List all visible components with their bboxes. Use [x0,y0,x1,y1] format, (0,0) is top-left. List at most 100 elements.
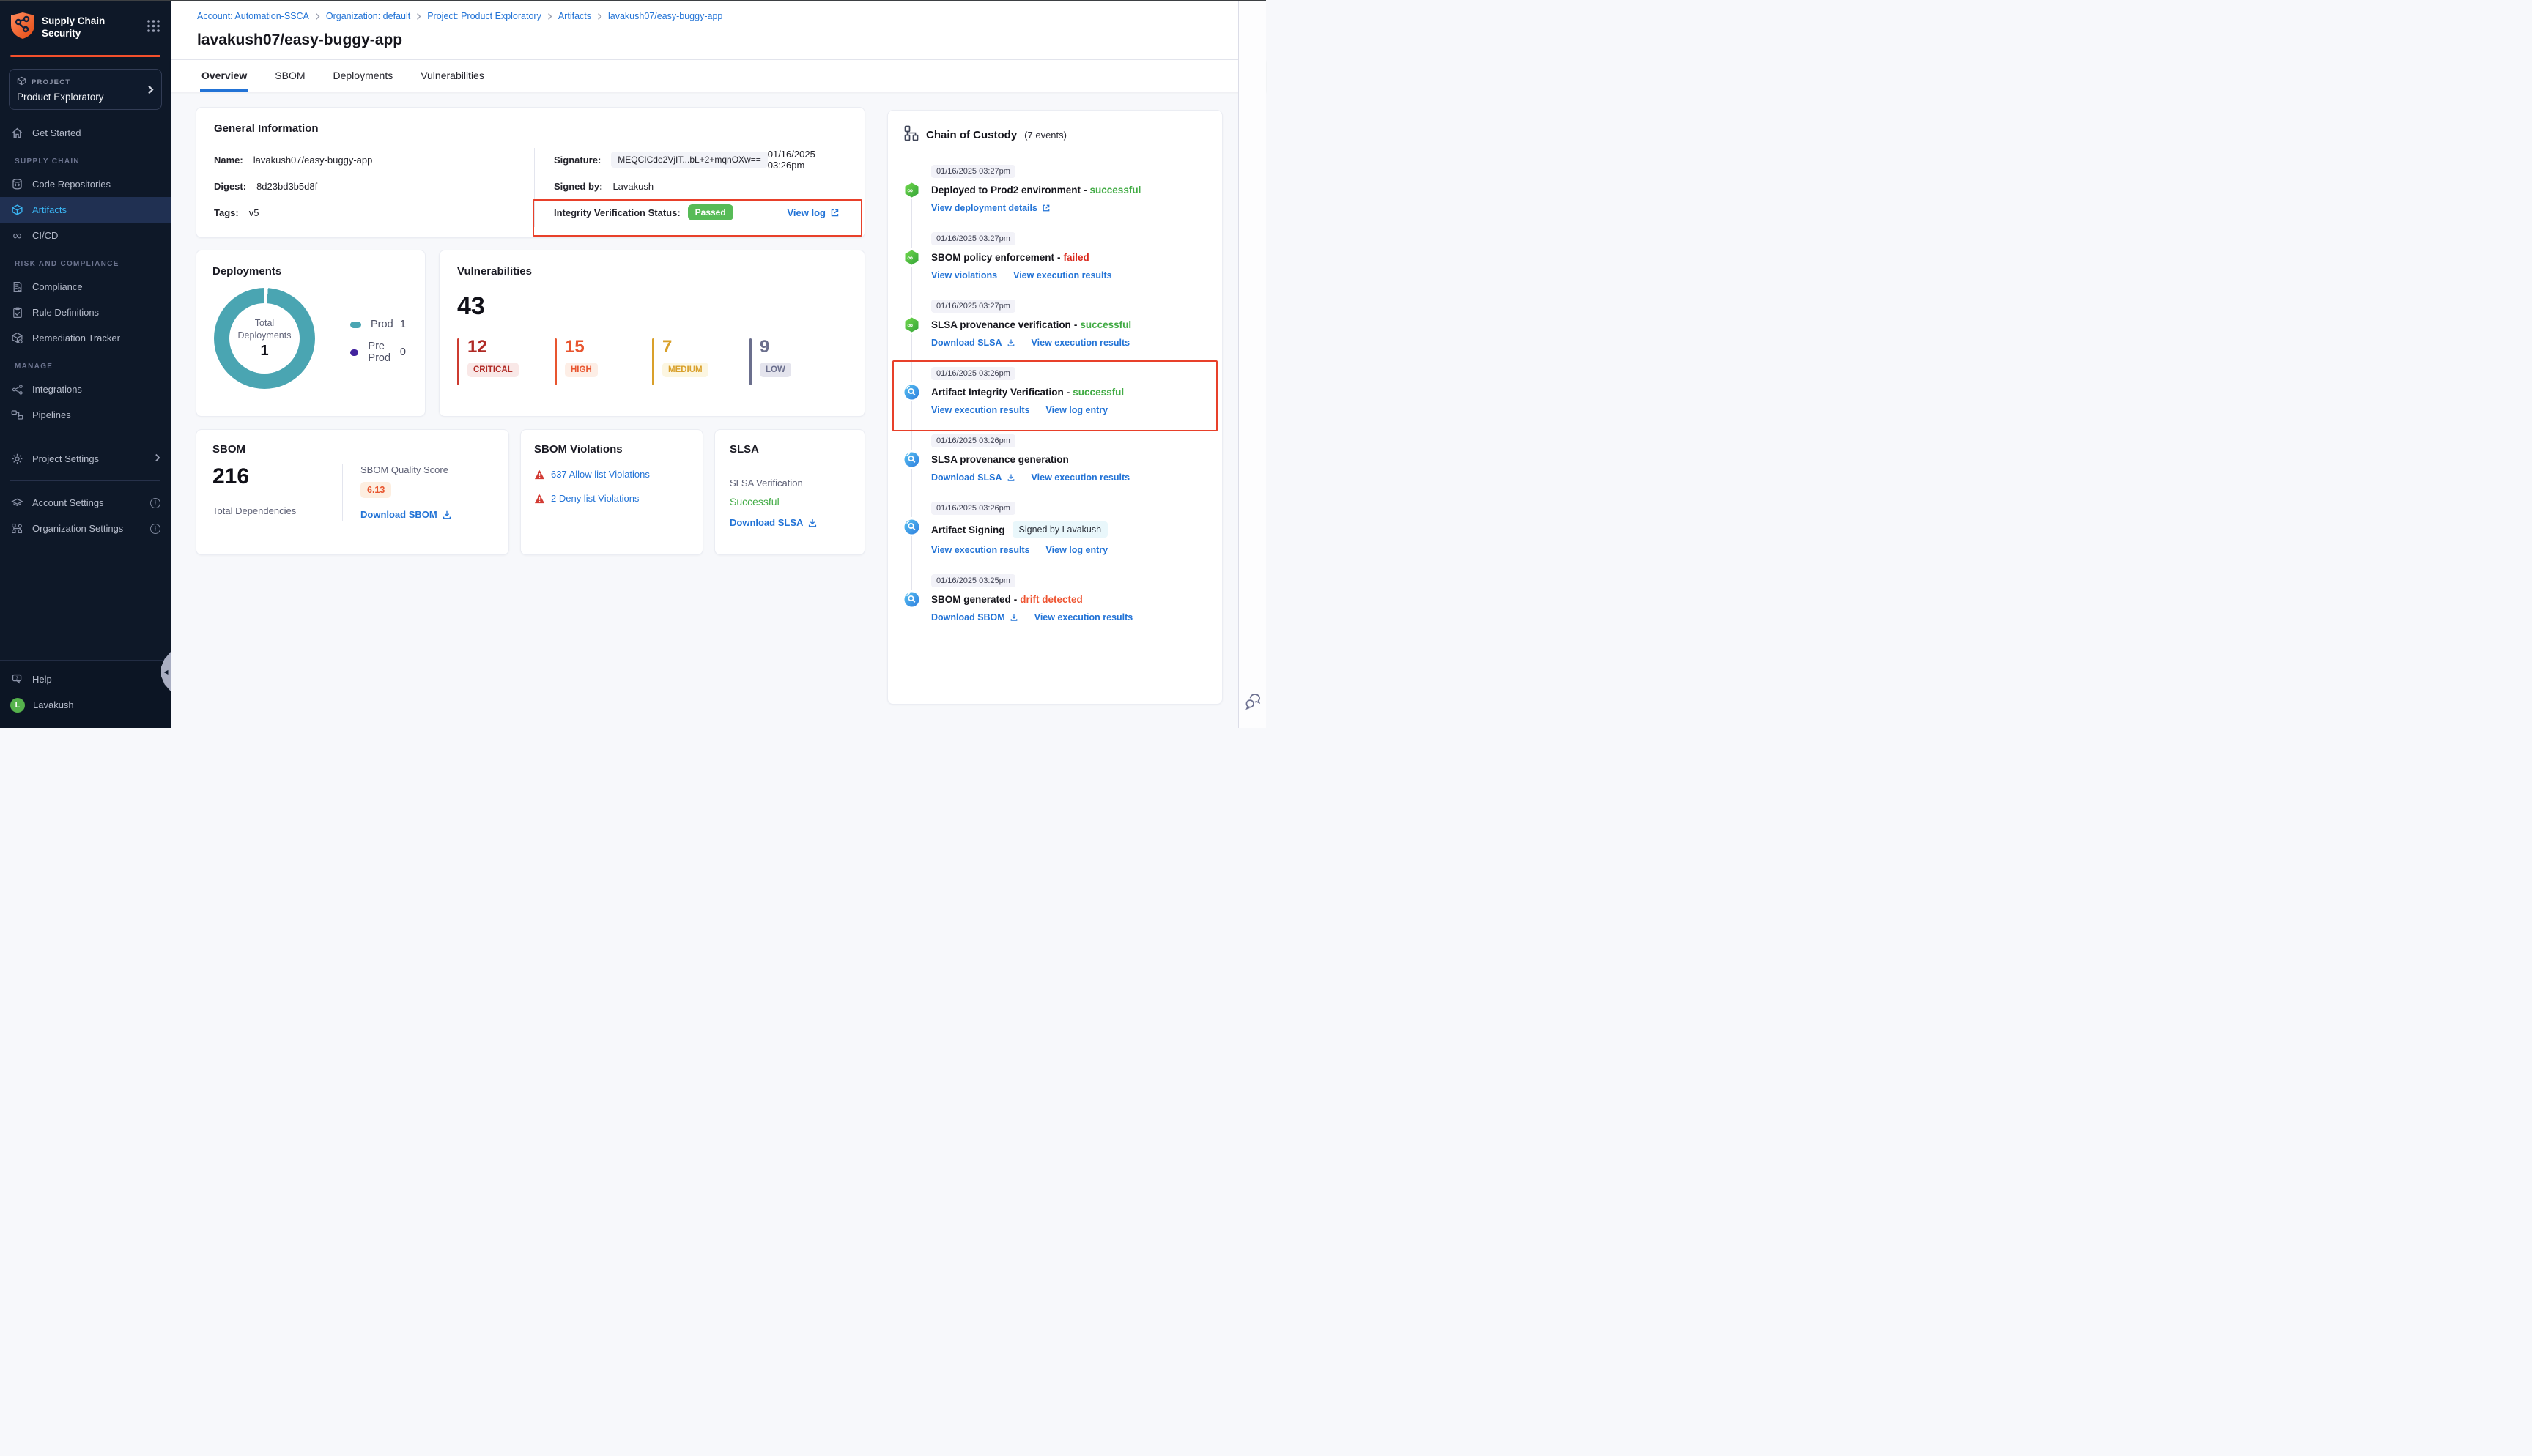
deny-list-violations-link[interactable]: 2 Deny list Violations [551,493,639,504]
total-dependencies-label: Total Dependencies [212,505,342,516]
event-timestamp: 01/16/2025 03:25pm [931,574,1015,587]
project-selector[interactable]: PROJECT Product Exploratory [9,69,162,110]
support-chat-icon[interactable] [1245,694,1262,713]
deployments-title: Deployments [212,265,409,278]
download-icon [807,518,818,528]
event-title: Artifact Signing [931,524,1005,535]
breadcrumb-project-link[interactable]: Project: Product Exploratory [427,11,541,21]
pipeline-event-icon: ∞ [904,250,919,265]
event-status: drift detected [1020,594,1083,605]
sidebar-item-project-settings[interactable]: Project Settings [0,446,171,472]
sidebar-item-account-settings[interactable]: Account Settings i [0,490,171,516]
sidebar-item-user[interactable]: L Lavakush [0,692,171,718]
view-log-entry-link[interactable]: View log entry [1046,545,1108,555]
severity-medium: 7MEDIUM [652,338,749,385]
pipelines-flow-icon [10,409,24,421]
signature-value: MEQCICde2VjIT...bL+2+mqnOXw== [611,152,767,168]
sidebar-item-remediation-tracker[interactable]: Remediation Tracker [0,325,171,351]
sidebar-item-integrations[interactable]: Integrations [0,376,171,402]
sidebar-item-rule-definitions[interactable]: Rule Definitions [0,300,171,325]
sidebar-item-get-started[interactable]: Get Started [0,120,171,146]
warning-triangle-icon: ! [534,469,545,480]
slsa-verification-status: Successful [730,496,850,508]
download-slsa-link[interactable]: Download SLSA [931,338,1015,348]
tab-overview[interactable]: Overview [200,60,248,92]
view-execution-results-link[interactable]: View execution results [1032,338,1130,348]
download-icon [1007,473,1015,482]
view-deployment-details-link[interactable]: View deployment details [931,203,1051,213]
compliance-document-icon [10,281,24,293]
info-icon[interactable]: i [150,524,160,534]
sidebar-item-help[interactable]: ? Help [0,666,171,692]
page-header: Account: Automation-SSCA Organization: d… [171,1,1266,92]
download-sbom-link[interactable]: Download SBOM [360,509,452,520]
help-chat-icon: ? [10,673,24,686]
sidebar: Supply Chain Security PROJECT [0,1,171,728]
medium-badge: MEDIUM [662,363,708,377]
event-title: Artifact Integrity Verification [931,387,1064,398]
sidebar-item-code-repositories[interactable]: Code Repositories [0,171,171,197]
slsa-title: SLSA [730,443,850,456]
sbom-quality-score-label: SBOM Quality Score [360,464,452,475]
signed-by-value: Lavakush [612,181,654,192]
section-supply-chain: SUPPLY CHAIN [0,146,171,171]
breadcrumb-current-artifact-link[interactable]: lavakush07/easy-buggy-app [608,11,722,21]
prod-legend-swatch [350,322,361,328]
sbom-violations-title: SBOM Violations [534,443,689,456]
chevron-right-icon [315,12,320,21]
view-execution-results-link[interactable]: View execution results [1032,472,1130,483]
event-status: successful [1073,387,1124,398]
page-title: lavakush07/easy-buggy-app [171,23,1266,60]
sidebar-item-pipelines[interactable]: Pipelines [0,402,171,428]
sidebar-item-compliance[interactable]: Compliance [0,274,171,300]
download-slsa-link[interactable]: Download SLSA [931,472,1015,483]
view-execution-results-link[interactable]: View execution results [1034,612,1133,623]
app-switcher-grid-icon[interactable] [147,19,160,37]
event-timestamp: 01/16/2025 03:27pm [931,300,1015,313]
low-count: 9 [760,337,769,357]
app-title: Supply Chain Security [42,15,140,40]
allow-list-violations-link[interactable]: 637 Allow list Violations [551,469,650,480]
gear-icon [10,453,24,465]
chain-of-custody-panel: Chain of Custody (7 events) ∞ 01/16/2025… [887,110,1223,705]
sidebar-item-cicd[interactable]: ∞ CI/CD [0,223,171,248]
breadcrumb-account-link[interactable]: Account: Automation-SSCA [197,11,309,21]
view-log-entry-link[interactable]: View log entry [1046,405,1108,415]
event-timestamp: 01/16/2025 03:26pm [931,434,1015,447]
view-execution-results-link[interactable]: View execution results [1013,270,1112,281]
home-icon [10,127,24,139]
tab-vulnerabilities[interactable]: Vulnerabilities [419,60,486,92]
tab-sbom[interactable]: SBOM [273,60,306,92]
severity-low: 9LOW [749,338,847,385]
view-violations-link[interactable]: View violations [931,270,997,281]
tab-deployments[interactable]: Deployments [332,60,395,92]
scan-event-icon [904,385,919,400]
remediation-box-icon [10,332,24,344]
code-repository-icon [10,178,24,190]
sidebar-footer: ? Help L Lavakush [0,660,171,728]
coc-event-sbom-generated: 01/16/2025 03:25pm SBOM generated-drift … [904,573,1206,641]
slsa-card: SLSA SLSA Verification Successful Downlo… [714,429,865,555]
high-badge: HIGH [565,363,598,377]
download-sbom-link[interactable]: Download SBOM [931,612,1018,623]
integrity-status-badge: Passed [688,204,733,220]
sidebar-nav: Get Started SUPPLY CHAIN Code Repositori… [0,120,171,541]
project-name: Product Exploratory [17,92,154,103]
view-execution-results-link[interactable]: View execution results [931,545,1030,555]
supply-chain-security-logo-icon [10,12,35,43]
name-label: Name: [214,155,243,166]
view-log-link[interactable]: View log [788,207,840,218]
sidebar-divider [10,480,160,481]
info-icon[interactable]: i [150,498,160,508]
sidebar-item-organization-settings[interactable]: Organization Settings i [0,516,171,541]
breadcrumb-organization-link[interactable]: Organization: default [326,11,410,21]
sidebar-item-artifacts[interactable]: Artifacts [0,197,171,223]
view-execution-results-link[interactable]: View execution results [931,405,1030,415]
download-slsa-link[interactable]: Download SLSA [730,517,818,528]
section-risk-compliance: RISK AND COMPLIANCE [0,248,171,274]
tags-label: Tags: [214,207,239,218]
breadcrumb-artifacts-link[interactable]: Artifacts [558,11,591,21]
legend-pre-prod: Pre Prod 0 [350,341,409,363]
coc-event-deployed-prod2: ∞ 01/16/2025 03:27pm Deployed to Prod2 e… [904,164,1206,231]
external-link-icon [830,208,840,218]
